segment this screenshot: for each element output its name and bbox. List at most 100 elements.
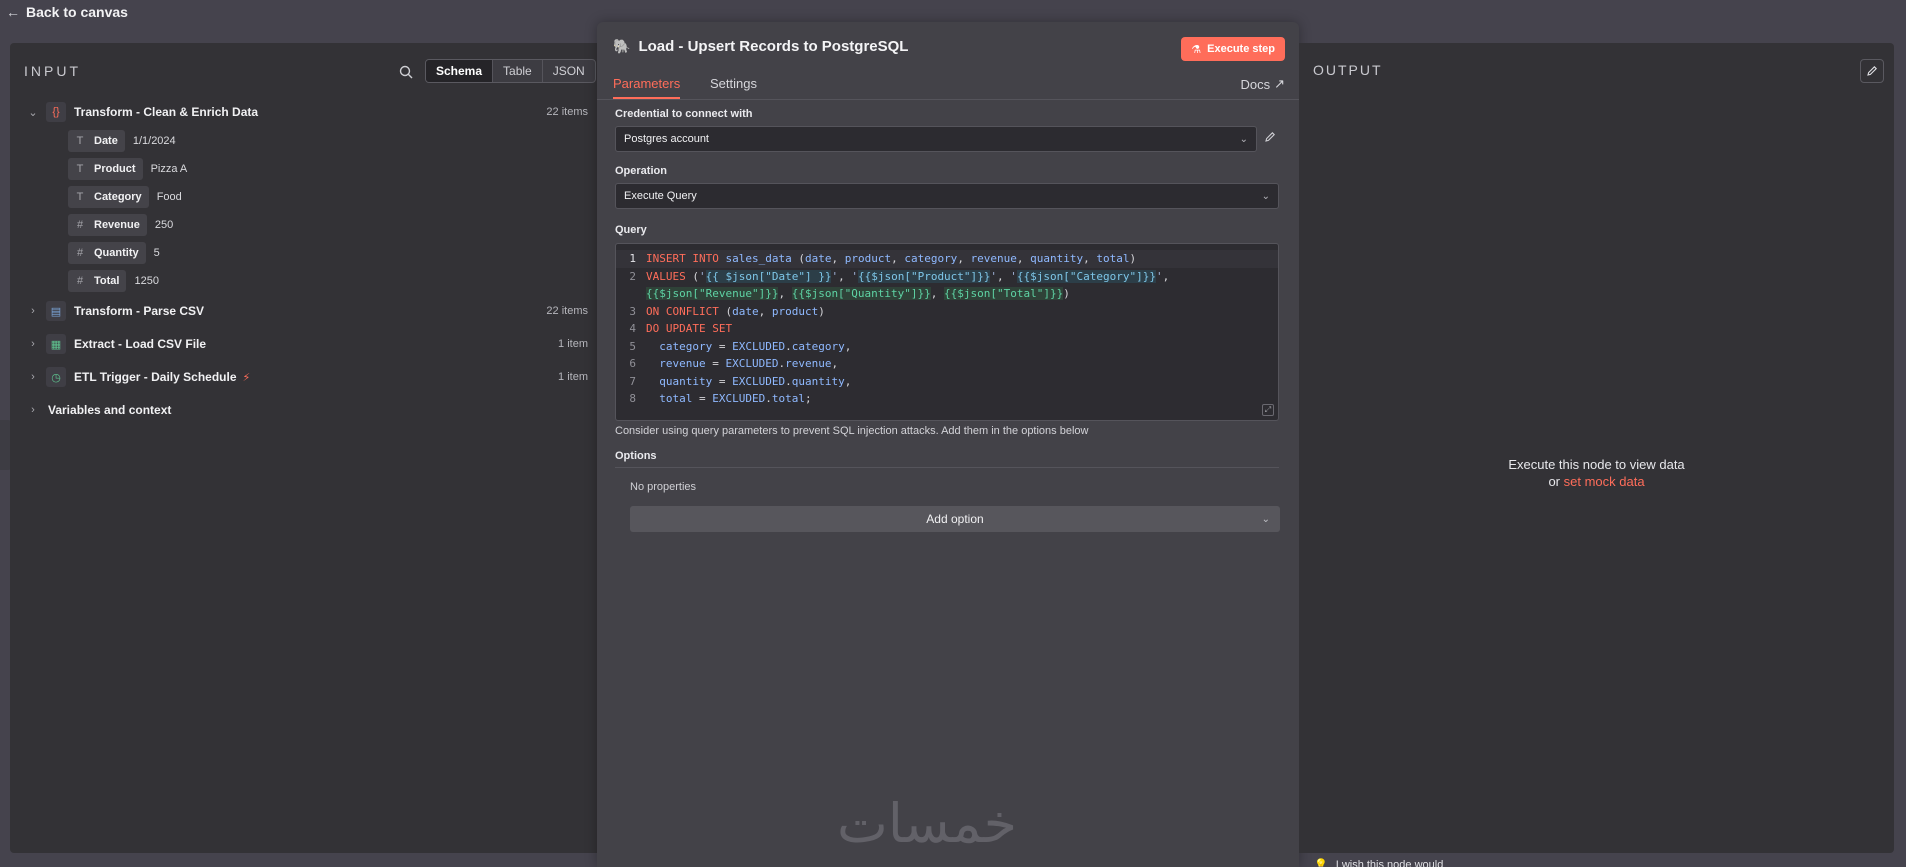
schema-field-date[interactable]: T Date 1/1/2024 <box>68 130 176 152</box>
view-schema-button[interactable]: Schema <box>426 60 494 82</box>
field-name: Product <box>94 163 136 175</box>
field-pill[interactable]: # Quantity <box>68 242 146 264</box>
feedback-prompt[interactable]: 💡 I wish this node would <box>1314 858 1443 867</box>
back-to-canvas-label: Back to canvas <box>26 4 128 20</box>
sql-injection-hint: Consider using query parameters to preve… <box>615 425 1089 437</box>
postgres-elephant-icon: 🐘 <box>613 38 631 54</box>
query-label: Query <box>615 224 647 236</box>
execute-step-button[interactable]: ⚗ Execute step <box>1181 37 1285 61</box>
field-value: 250 <box>154 219 174 231</box>
edit-credential-icon[interactable] <box>1261 128 1279 146</box>
code-line[interactable]: 5 category = EXCLUDED.category, <box>616 338 1278 356</box>
chevron-down-icon: ⌄ <box>1261 513 1270 525</box>
node-parameters-panel: 🐘 Load - Upsert Records to PostgreSQL ⚗ … <box>597 22 1299 867</box>
line-number: 3 <box>629 304 636 318</box>
code-line[interactable]: 8 total = EXCLUDED.total; <box>616 390 1278 408</box>
node-tabs: Parameters Settings Docs ↗ <box>597 70 1299 100</box>
input-panel: INPUT Schema Table JSON ⌄ {} Transform -… <box>10 43 610 853</box>
field-value: 5 <box>153 247 160 259</box>
lightbulb-icon: 💡 <box>1314 859 1328 867</box>
add-option-button[interactable]: Add option ⌄ <box>630 506 1280 532</box>
variables-context-label: Variables and context <box>48 403 172 417</box>
field-pill[interactable]: T Date <box>68 130 125 152</box>
schema-field-quantity[interactable]: # Quantity 5 <box>68 242 160 264</box>
tree-node-load-csv[interactable]: › ▦ Extract - Load CSV File 1 item <box>24 330 594 358</box>
field-name: Revenue <box>94 219 140 231</box>
view-table-button[interactable]: Table <box>493 60 543 82</box>
operation-label: Operation <box>615 165 667 177</box>
chevron-down-icon[interactable]: ⌄ <box>24 106 42 119</box>
code-line[interactable]: 7 quantity = EXCLUDED.quantity, <box>616 373 1278 391</box>
line-number: 1 <box>629 252 636 265</box>
feedback-text: I wish this node would <box>1335 858 1444 867</box>
chevron-right-icon[interactable]: › <box>24 338 42 350</box>
output-panel: OUTPUT Execute this node to view data or… <box>1299 43 1894 853</box>
set-mock-data-link[interactable]: set mock data <box>1564 474 1645 489</box>
line-number: 2 <box>629 269 636 283</box>
tab-settings[interactable]: Settings <box>710 76 757 97</box>
code-line[interactable]: 4 DO UPDATE SET <box>616 320 1278 338</box>
schema-field-product[interactable]: T Product Pizza A <box>68 158 187 180</box>
options-label: Options <box>615 450 657 462</box>
node-title[interactable]: Load - Upsert Records to PostgreSQL <box>638 38 908 55</box>
credential-label: Credential to connect with <box>615 108 753 120</box>
input-panel-title: INPUT <box>24 63 81 79</box>
schema-field-category[interactable]: T Category Food <box>68 186 182 208</box>
variables-context-row[interactable]: › Variables and context <box>24 396 594 424</box>
tree-node-parse-csv[interactable]: › ▤ Transform - Parse CSV 22 items <box>24 297 594 325</box>
code-line[interactable]: {{$json["Revenue"]}}, {{$json["Quantity"… <box>616 285 1278 303</box>
field-pill[interactable]: T Product <box>68 158 143 180</box>
line-number: 6 <box>629 357 636 370</box>
item-count: 1 item <box>558 371 588 383</box>
field-name: Category <box>94 191 142 203</box>
field-pill[interactable]: T Category <box>68 186 149 208</box>
operation-select[interactable]: Execute Query ⌄ <box>615 183 1279 209</box>
string-type-icon: T <box>76 191 84 203</box>
field-pill[interactable]: # Total <box>68 270 127 292</box>
schema-field-revenue[interactable]: # Revenue 250 <box>68 214 173 236</box>
credential-select[interactable]: Postgres account ⌄ <box>615 126 1257 152</box>
tree-node-etl-trigger[interactable]: › ◷ ETL Trigger - Daily Schedule ⚡ 1 ite… <box>24 363 594 391</box>
execute-to-view-text: Execute this node to view data <box>1508 457 1685 472</box>
chevron-right-icon[interactable]: › <box>24 371 42 383</box>
chevron-down-icon: ⌄ <box>1239 133 1248 145</box>
watermark: خمسات <box>837 792 1018 855</box>
schema-field-total[interactable]: # Total 1250 <box>68 270 159 292</box>
tree-node-clean-enrich[interactable]: ⌄ {} Transform - Clean & Enrich Data 22 … <box>24 98 594 126</box>
code-line[interactable]: 6 revenue = EXCLUDED.revenue, <box>616 355 1278 373</box>
query-code-editor[interactable]: 1 INSERT INTO sales_data (date, product,… <box>615 243 1279 421</box>
tree-node-title: ETL Trigger - Daily Schedule <box>74 370 237 384</box>
file-icon: ▦ <box>46 334 66 354</box>
tab-parameters[interactable]: Parameters <box>613 76 681 99</box>
code-line[interactable]: 2 VALUES ('{{ $json["Date"] }}', '{{$jso… <box>616 268 1278 286</box>
flask-icon: ⚗ <box>1191 43 1202 56</box>
code-line[interactable]: 1 INSERT INTO sales_data (date, product,… <box>616 250 1278 268</box>
csv-icon: ▤ <box>46 301 66 321</box>
item-count: 22 items <box>546 305 588 317</box>
code-line[interactable]: 3 ON CONFLICT (date, product) <box>616 303 1278 321</box>
field-pill[interactable]: # Revenue <box>68 214 147 236</box>
field-name: Total <box>94 275 120 287</box>
field-name: Date <box>94 135 118 147</box>
string-type-icon: T <box>76 135 84 147</box>
or-text: or <box>1548 474 1560 489</box>
operation-value: Execute Query <box>624 190 697 202</box>
chevron-right-icon[interactable]: › <box>24 404 42 416</box>
output-panel-title: OUTPUT <box>1313 62 1383 78</box>
options-divider <box>615 467 1279 468</box>
node-title-row: 🐘 Load - Upsert Records to PostgreSQL <box>613 38 908 55</box>
number-type-icon: # <box>76 219 84 231</box>
string-type-icon: T <box>76 163 84 175</box>
field-name: Quantity <box>94 247 139 259</box>
docs-link[interactable]: Docs ↗ <box>1240 76 1285 92</box>
output-empty-state: Execute this node to view data or set mo… <box>1299 456 1894 490</box>
expand-editor-icon[interactable]: ⤢ <box>1262 404 1274 416</box>
view-json-button[interactable]: JSON <box>543 60 595 82</box>
number-type-icon: # <box>76 247 84 259</box>
chevron-right-icon[interactable]: › <box>24 305 42 317</box>
line-number: 5 <box>629 339 636 353</box>
edit-output-icon[interactable] <box>1860 59 1884 83</box>
search-icon[interactable] <box>396 62 416 82</box>
field-value: 1250 <box>134 275 159 287</box>
back-to-canvas-link[interactable]: ← Back to canvas <box>6 4 128 20</box>
